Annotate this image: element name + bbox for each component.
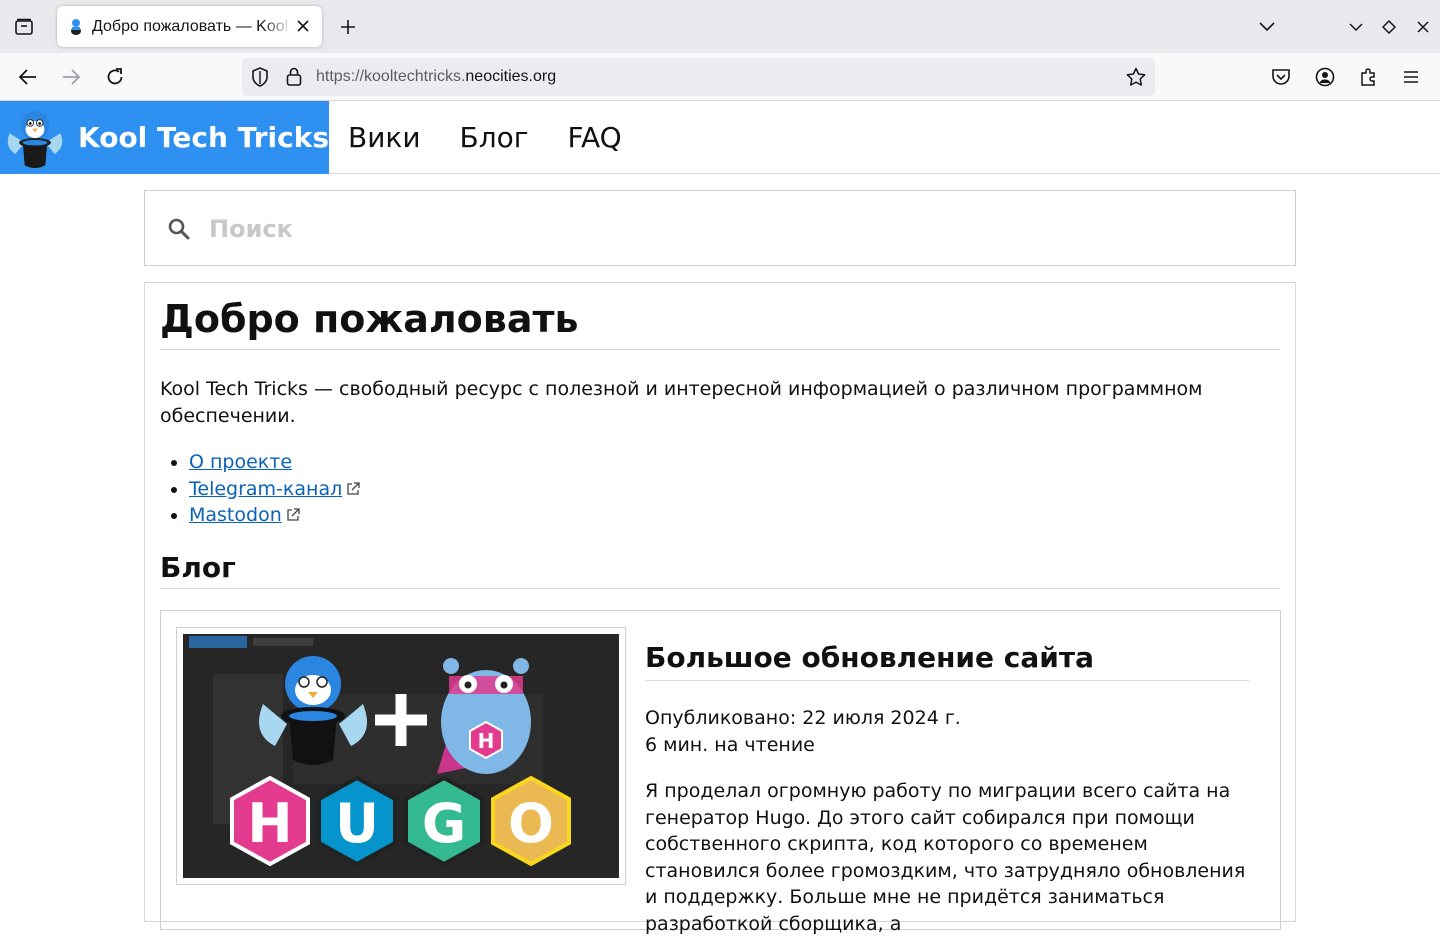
- intro-paragraph: Kool Tech Tricks — свободный ресурс с по…: [160, 378, 1203, 427]
- blog-heading: Блог: [160, 551, 1280, 589]
- tracking-protection-shield-icon[interactable]: [250, 67, 270, 87]
- search-box: [144, 190, 1296, 266]
- nav-faq-link[interactable]: FAQ: [567, 121, 621, 154]
- search-input[interactable]: [209, 209, 1269, 249]
- hugo-letter-h: H: [247, 792, 292, 855]
- reload-icon[interactable]: [102, 64, 128, 90]
- gopher-badge-letter: H: [478, 729, 495, 753]
- hugo-letter-u: U: [335, 792, 379, 855]
- nav-wiki-link[interactable]: Вики: [348, 121, 421, 154]
- site-logo-icon: [7, 110, 63, 168]
- main-content: Добро пожаловать Kool Tech Tricks — своб…: [144, 282, 1296, 935]
- list-item: Mastodon: [189, 502, 360, 529]
- list-item: Telegram-канал: [189, 476, 360, 503]
- post-read-time: 6 мин. на чтение: [645, 733, 815, 756]
- extensions-puzzle-icon[interactable]: [1356, 64, 1382, 90]
- forward-arrow-icon[interactable]: [58, 64, 84, 90]
- site-favicon-icon: [67, 18, 85, 36]
- site-brand-link[interactable]: Kool Tech Tricks: [0, 101, 329, 174]
- page-title: Добро пожаловать: [160, 298, 1280, 350]
- post-excerpt: Я проделал огромную работу по миграции в…: [645, 780, 1246, 935]
- hamburger-menu-icon[interactable]: [1398, 64, 1424, 90]
- list-all-tabs-chevron-icon[interactable]: [1255, 15, 1279, 39]
- browser-tab-active[interactable]: Добро пожаловать — Kool Tech Tricks: [57, 6, 322, 47]
- post-meta: Опубликовано: 22 июля 2024 г. 6 мин. на …: [645, 705, 1249, 758]
- nav-blog-link[interactable]: Блог: [460, 121, 529, 154]
- post-thumbnail[interactable]: H H U G O: [176, 627, 626, 885]
- account-icon[interactable]: [1312, 64, 1338, 90]
- about-project-link[interactable]: О проекте: [189, 451, 292, 473]
- url-text[interactable]: https://kooltechtricks.neocities.org: [316, 68, 556, 86]
- project-links-list: О проекте Telegram-канал Mastodon: [189, 449, 360, 529]
- hugo-letter-g: G: [422, 792, 466, 855]
- hugo-letter-o: O: [508, 792, 554, 855]
- external-link-icon: [347, 481, 360, 495]
- blog-post-card[interactable]: H H U G O Большое обновление сайта Опубл…: [160, 610, 1281, 935]
- tab-title: Добро пожаловать — Kool Tech Tricks: [92, 17, 292, 35]
- post-thumbnail-image: H H U G O: [183, 634, 619, 878]
- address-bar[interactable]: https://kooltechtricks.neocities.org: [242, 58, 1155, 96]
- mastodon-link[interactable]: Mastodon: [189, 504, 282, 526]
- close-tab-icon[interactable]: [294, 17, 312, 35]
- site-brand-name: Kool Tech Tricks: [78, 121, 329, 154]
- browser-nav-bar: https://kooltechtricks.neocities.org: [0, 53, 1440, 101]
- post-title[interactable]: Большое обновление сайта: [645, 641, 1249, 681]
- lock-icon[interactable]: [284, 67, 304, 87]
- firefox-view-icon[interactable]: [11, 14, 37, 40]
- back-arrow-icon[interactable]: [15, 64, 41, 90]
- browser-tab-bar: Добро пожаловать — Kool Tech Tricks: [0, 0, 1440, 53]
- site-nav: Вики Блог FAQ: [348, 101, 661, 174]
- new-tab-plus-icon[interactable]: [336, 15, 360, 39]
- post-body: Большое обновление сайта Опубликовано: 2…: [645, 641, 1249, 937]
- bookmark-star-icon[interactable]: [1125, 66, 1147, 88]
- window-close-icon[interactable]: [1411, 15, 1435, 39]
- pocket-icon[interactable]: [1268, 64, 1294, 90]
- post-date: Опубликовано: 22 июля 2024 г.: [645, 707, 961, 729]
- search-icon: [168, 218, 190, 240]
- telegram-channel-link[interactable]: Telegram-канал: [189, 478, 342, 500]
- external-link-icon: [287, 508, 300, 521]
- maximize-diamond-icon[interactable]: [1377, 15, 1401, 39]
- minimize-chevron-icon[interactable]: [1344, 15, 1368, 39]
- site-header: Kool Tech Tricks Вики Блог FAQ: [0, 101, 1440, 174]
- list-item: О проекте: [189, 449, 360, 476]
